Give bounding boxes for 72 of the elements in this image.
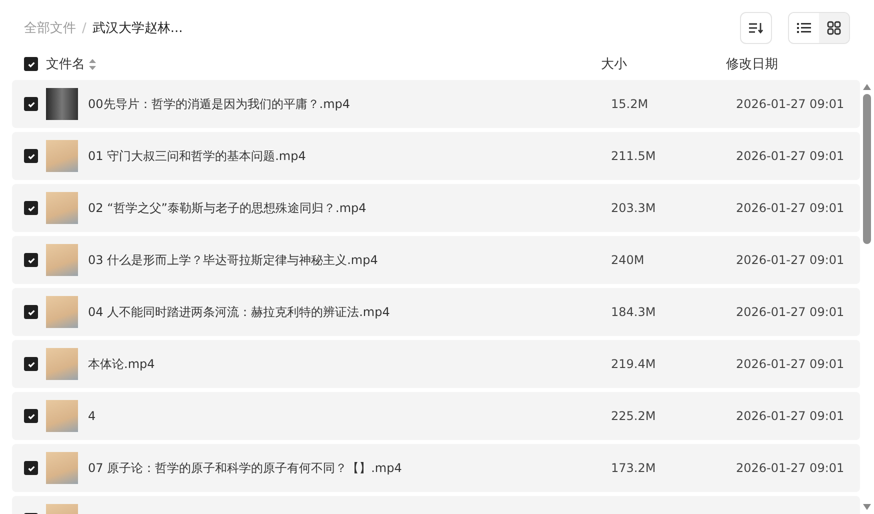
grid-view-button[interactable] (819, 13, 849, 43)
file-row[interactable]: 01 守门大叔三问和哲学的基本问题.mp4 211.5M 2026-01-27 09:01 (12, 132, 860, 180)
file-name: 4 (88, 409, 97, 423)
checkmark-icon (26, 256, 36, 264)
file-name: 本体论.mp4 (88, 356, 156, 372)
file-size: 240M (611, 253, 646, 267)
checkbox[interactable] (24, 97, 38, 111)
file-name: 03 什么是形而上学？毕达哥拉斯定律与神秘主义.mp4 (88, 252, 379, 268)
checkmark-icon (26, 360, 36, 368)
file-name: 02 “哲学之父”泰勒斯与老子的思想殊途同归？.mp4 (88, 200, 368, 216)
checkbox[interactable] (24, 253, 38, 267)
file-name: 01 守门大叔三问和哲学的基本问题.mp4 (88, 148, 307, 164)
checkbox[interactable] (24, 305, 38, 319)
checkmark-icon (26, 60, 36, 68)
file-row[interactable]: 4 225.2M 2026-01-27 09:01 (12, 392, 860, 440)
sort-icon (89, 58, 96, 70)
file-row[interactable]: 00先导片：哲学的消遁是因为我们的平庸？.mp4 15.2M 2026-01-27 09:01 (12, 80, 860, 128)
checkmark-icon (26, 412, 36, 420)
scrollbar-thumb[interactable] (863, 94, 871, 244)
checkbox[interactable] (24, 201, 38, 215)
file-date: 2026-01-27 09:01 (736, 149, 846, 163)
file-name: 00先导片：哲学的消遁是因为我们的平庸？.mp4 (88, 96, 352, 112)
checkmark-icon (26, 152, 36, 160)
scroll-down-icon[interactable] (863, 504, 871, 510)
file-date: 2026-01-27 09:01 (736, 201, 846, 215)
checkbox[interactable] (24, 357, 38, 371)
checkmark-icon (26, 204, 36, 212)
file-date: 2026-01-27 09:01 (736, 357, 846, 371)
file-name: 04 人不能同时踏进两条河流：赫拉克利特的辨证法.mp4 (88, 304, 391, 320)
checkbox[interactable] (24, 461, 38, 475)
file-size: 211.5M (611, 149, 657, 163)
photo-placeholder (46, 296, 78, 328)
file-row[interactable]: 本体论.mp4 219.4M 2026-01-27 09:01 (12, 340, 860, 388)
checkbox[interactable] (24, 409, 38, 423)
file-size: 173.2M (611, 461, 657, 475)
photo-placeholder (46, 88, 78, 120)
photo-placeholder (46, 140, 78, 172)
file-date: 2026-01-27 09:01 (736, 461, 846, 475)
sort-icon (749, 22, 763, 34)
photo-placeholder (46, 452, 78, 484)
file-row[interactable]: 02 “哲学之父”泰勒斯与老子的思想殊途同归？.mp4 203.3M 2026-01-27 09:01 (12, 184, 860, 232)
file-date: 2026-01-27 09:01 (736, 305, 846, 319)
sort-button[interactable] (740, 12, 772, 44)
file-size: 184.3M (611, 305, 657, 319)
breadcrumb-separator: / (82, 20, 86, 36)
breadcrumb-link[interactable]: 武汉大学赵林... (92, 19, 183, 37)
scroll-up-icon[interactable] (863, 84, 871, 90)
photo-placeholder (46, 192, 78, 224)
file-row[interactable]: 07 原子论：哲学的原子和科学的原子有何不同？【】.mp4 173.2M 2026-01-27 09:01 (12, 444, 860, 492)
grid-icon (827, 21, 841, 35)
checkmark-icon (26, 100, 36, 108)
checkmark-icon (26, 464, 36, 472)
file-size: 219.4M (611, 357, 657, 371)
file-size: 15.2M (611, 97, 650, 111)
checkbox[interactable] (24, 149, 38, 163)
file-date: 2026-01-27 09:01 (736, 97, 846, 111)
checkmark-icon (26, 308, 36, 316)
file-size: 225.2M (611, 409, 657, 423)
file-date: 2026-01-27 09:01 (736, 409, 846, 423)
photo-placeholder (46, 348, 78, 380)
checkbox[interactable] (24, 57, 38, 71)
photo-placeholder (46, 244, 78, 276)
file-row[interactable]: 03 什么是形而上学？毕达哥拉斯定律与神秘主义.mp4 240M 2026-01-27 09:01 (12, 236, 860, 284)
file-row[interactable]: 04 人不能同时踏进两条河流：赫拉克利特的辨证法.mp4 184.3M 2026-01-27 09:01 (12, 288, 860, 336)
file-date: 2026-01-27 09:01 (736, 253, 846, 267)
list-icon (797, 22, 811, 34)
file-name: 07 原子论：哲学的原子和科学的原子有何不同？【】.mp4 (88, 460, 403, 476)
column-header: 修改日期 (726, 56, 779, 73)
photo-placeholder (46, 400, 78, 432)
column-header: 大小 (601, 56, 628, 73)
file-size: 203.3M (611, 201, 657, 215)
column-header[interactable]: 文件名 (46, 55, 85, 73)
